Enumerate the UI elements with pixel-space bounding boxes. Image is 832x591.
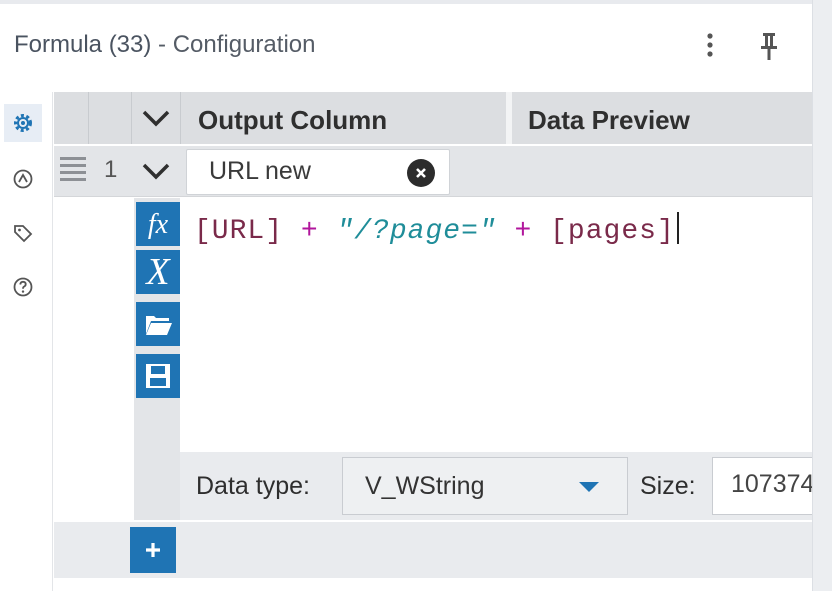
nav-configuration[interactable] (4, 104, 42, 142)
open-folder-icon (146, 316, 172, 335)
expression-editor-area: fx X [URL] + "/?page=" + [pages] Data ty… (54, 198, 813, 520)
data-type-dropdown[interactable]: V_WString (342, 457, 628, 515)
row-drag-handle[interactable] (58, 155, 88, 185)
table-row[interactable]: 1 (54, 146, 812, 197)
variables-button[interactable]: X (136, 250, 180, 294)
expression-field-pages: [pages] (550, 216, 675, 247)
collapse-all-button[interactable] (132, 92, 181, 144)
chevron-down-icon (142, 110, 170, 127)
right-scroll-gutter[interactable] (812, 0, 832, 591)
help-icon (13, 277, 33, 297)
chevron-down-icon (142, 163, 170, 180)
close-icon (416, 168, 426, 178)
drag-handle-icon (60, 157, 86, 181)
grid-header: Output Column Data Preview (54, 92, 812, 144)
settings-gear-icon (14, 114, 32, 132)
plus-icon (146, 543, 160, 557)
save-expression-button[interactable] (136, 354, 180, 398)
fx-functions-icon: fx (148, 209, 169, 240)
data-type-label: Data type: (196, 472, 310, 500)
data-type-bar: Data type: V_WString Size: (180, 452, 813, 520)
header-handle-column (54, 92, 89, 144)
column-resize-divider[interactable] (506, 92, 512, 144)
pin-icon (761, 33, 777, 60)
nav-navigate[interactable] (4, 160, 42, 198)
tool-name: Formula (33) (14, 31, 152, 58)
expression-operator: + (300, 216, 319, 247)
expression-field-url: [URL] (194, 216, 284, 247)
header-number-column (89, 92, 132, 144)
panel-subtitle: - Configuration (158, 31, 316, 58)
header-data-preview: Data Preview (528, 105, 690, 135)
expression-operator: + (514, 216, 533, 247)
row-expand-toggle[interactable] (132, 146, 180, 196)
pin-button[interactable] (756, 30, 782, 64)
size-input[interactable] (731, 470, 813, 499)
variables-x-icon: X (144, 251, 171, 293)
clear-output-column-button[interactable] (407, 159, 435, 187)
save-disk-icon (146, 364, 170, 388)
tag-icon (14, 225, 33, 243)
expression-editor[interactable]: [URL] + "/?page=" + [pages] (194, 212, 679, 247)
text-caret (676, 212, 679, 244)
top-border (0, 0, 812, 4)
row-number: 1 (104, 156, 118, 183)
svg-text:X: X (144, 251, 171, 293)
panel-title: Formula (33) - Configuration (14, 31, 315, 59)
data-type-value: V_WString (365, 472, 485, 500)
more-vertical-icon (707, 33, 713, 57)
dropdown-arrow-icon (579, 482, 599, 492)
nav-annotation[interactable] (4, 214, 42, 252)
navigate-icon (13, 169, 33, 189)
add-row-bar (54, 522, 812, 578)
nav-help[interactable] (4, 268, 42, 306)
formula-configuration-panel: Formula (33) - Configuration Output Colu… (0, 0, 813, 591)
expression-string-literal: "/?page=" (336, 216, 497, 247)
open-expression-button[interactable] (136, 302, 180, 346)
output-column-input[interactable] (209, 156, 389, 186)
more-options-button[interactable] (700, 30, 720, 64)
functions-button[interactable]: fx (136, 202, 180, 246)
size-field[interactable] (712, 457, 813, 515)
add-expression-button[interactable] (130, 527, 176, 573)
output-column-field[interactable] (186, 149, 450, 195)
svg-text:fx: fx (148, 209, 169, 240)
left-nav (0, 92, 53, 591)
header-output-column: Output Column (198, 105, 388, 135)
size-label: Size: (640, 472, 696, 500)
